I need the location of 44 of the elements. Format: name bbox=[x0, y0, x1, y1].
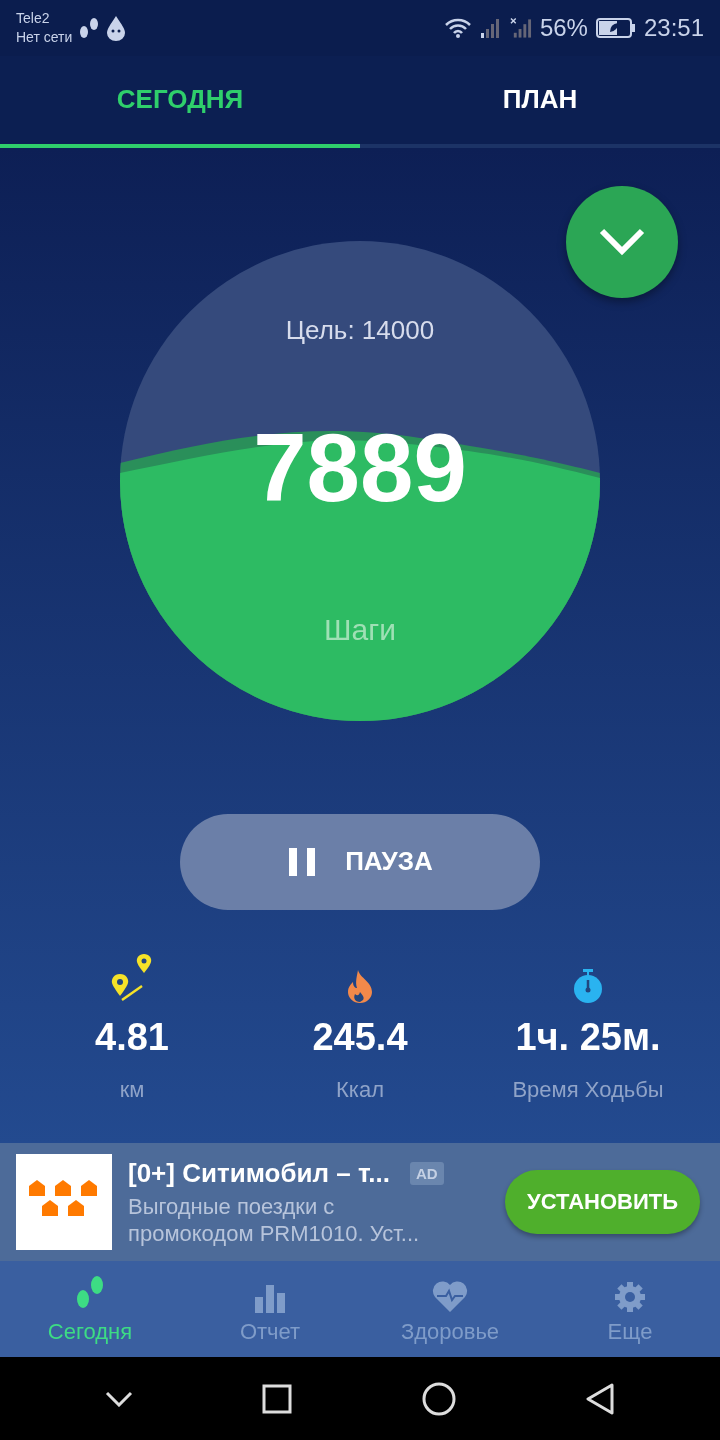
stat-unit: км bbox=[119, 1076, 145, 1103]
recents-button[interactable] bbox=[262, 1383, 293, 1414]
stat-unit: Ккал bbox=[336, 1076, 384, 1103]
route-pins-icon bbox=[110, 951, 154, 1004]
battery-percent: 56% bbox=[539, 14, 588, 42]
heart-pulse-icon bbox=[431, 1281, 469, 1314]
nav-tab[interactable]: Здоровье bbox=[360, 1261, 540, 1358]
ad-title: [0+] Ситимобил – т... bbox=[128, 1157, 391, 1189]
chevron-down-icon bbox=[598, 226, 646, 257]
footsteps-icon bbox=[78, 16, 101, 40]
clock-time: 23:51 bbox=[643, 14, 704, 42]
stat-value: 4.81 bbox=[95, 1015, 169, 1059]
ad-badge: AD bbox=[410, 1161, 444, 1185]
ad-description: Выгодные поездки с промокодом PRM1010. Уст... bbox=[128, 1192, 421, 1247]
step-count: 7889 bbox=[253, 412, 467, 523]
triangle-icon bbox=[585, 1382, 616, 1415]
home-button[interactable] bbox=[421, 1381, 456, 1416]
steps-label: Шаги bbox=[324, 612, 396, 647]
chevron-down-icon bbox=[104, 1390, 133, 1407]
wifi-icon bbox=[443, 17, 472, 39]
tab[interactable]: ПЛАН bbox=[360, 55, 720, 148]
nav-tab[interactable]: Еще bbox=[540, 1261, 720, 1358]
network-status: Нет сети bbox=[16, 28, 73, 47]
square-icon bbox=[262, 1383, 293, 1414]
stopwatch-icon bbox=[572, 967, 604, 1004]
hide-nav-button[interactable] bbox=[104, 1390, 133, 1407]
goal-label: Цель: 14000 bbox=[285, 314, 435, 346]
pause-button[interactable]: ПАУЗА bbox=[180, 813, 540, 910]
bar-chart-icon bbox=[255, 1283, 285, 1314]
settings-icon bbox=[614, 1281, 646, 1314]
pause-icon bbox=[287, 846, 318, 877]
stat-value: 1ч. 25м. bbox=[515, 1015, 661, 1059]
back-button[interactable] bbox=[585, 1382, 616, 1415]
stat-value: 245.4 bbox=[312, 1015, 408, 1059]
signal-icon bbox=[509, 17, 532, 39]
circle-icon bbox=[421, 1381, 456, 1416]
battery-icon bbox=[595, 18, 636, 38]
install-button[interactable]: УСТАНОВИТЬ bbox=[505, 1170, 700, 1235]
nav-tab[interactable]: Отчет bbox=[180, 1261, 360, 1358]
stat-unit: Время Ходьбы bbox=[512, 1076, 664, 1103]
carrier-name: Tele2 bbox=[16, 9, 51, 28]
drop-icon bbox=[106, 15, 127, 41]
nav-tab[interactable]: Сегодня bbox=[0, 1261, 180, 1358]
signal-icon bbox=[479, 17, 502, 39]
